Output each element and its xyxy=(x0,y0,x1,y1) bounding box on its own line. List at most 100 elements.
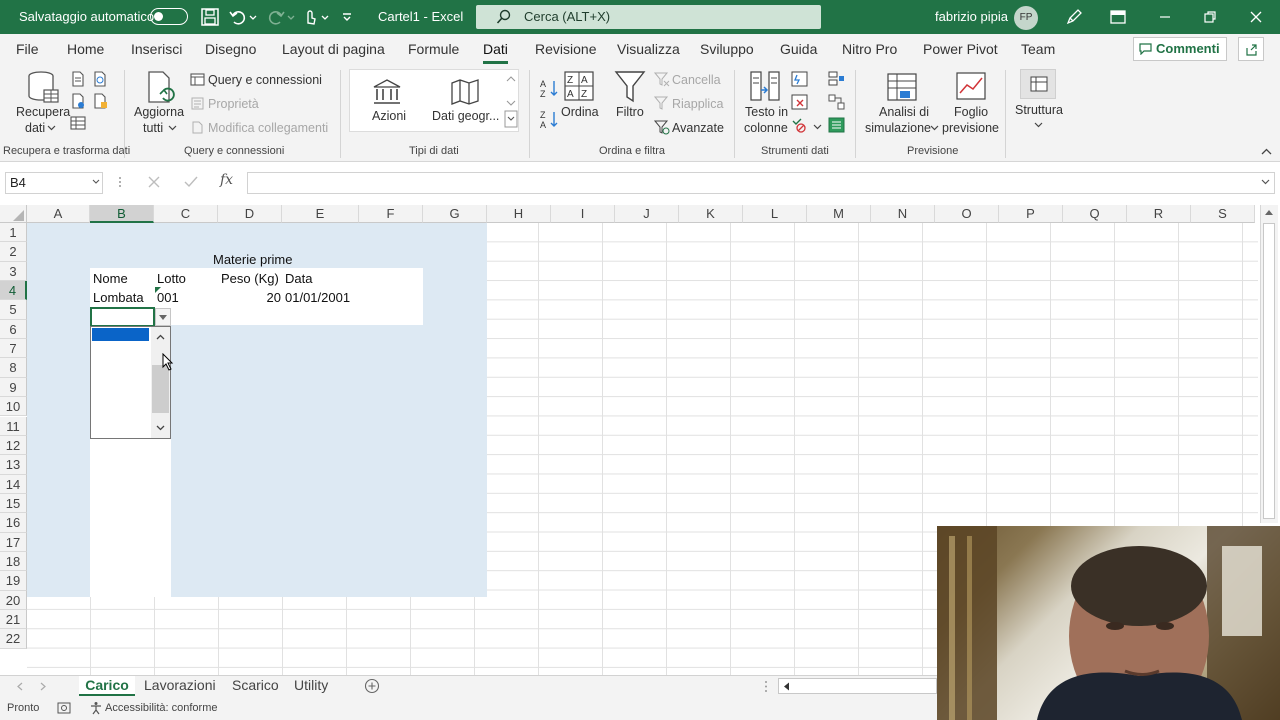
stocks-label[interactable]: Azioni xyxy=(372,109,406,123)
flash-fill-icon[interactable] xyxy=(791,71,808,87)
row-header-16[interactable]: 16 xyxy=(0,513,27,533)
tab-sviluppo[interactable]: Sviluppo xyxy=(700,41,754,57)
tab-power-pivot[interactable]: Power Pivot xyxy=(923,41,998,57)
add-sheet-icon[interactable] xyxy=(364,678,380,694)
touch-mode-chevron-icon[interactable] xyxy=(320,7,330,27)
row-header-5[interactable]: 5 xyxy=(0,300,27,320)
column-header-k[interactable]: K xyxy=(679,205,743,223)
filter-icon[interactable] xyxy=(614,70,646,104)
vertical-scrollbar[interactable] xyxy=(1260,205,1278,523)
horizontal-scrollbar[interactable] xyxy=(778,678,937,694)
row-header-22[interactable]: 22 xyxy=(0,629,27,649)
status-accessibility[interactable]: Accessibilità: conforme xyxy=(105,702,218,714)
tab-nitro-pro[interactable]: Nitro Pro xyxy=(842,41,897,57)
row-header-4[interactable]: 4 xyxy=(0,281,27,301)
accessibility-icon[interactable] xyxy=(89,701,103,715)
pen-icon[interactable] xyxy=(1064,7,1084,27)
avatar[interactable]: FP xyxy=(1014,6,1038,30)
gallery-scroll-icon[interactable] xyxy=(504,71,518,131)
tab-split-grip-icon[interactable] xyxy=(764,680,768,693)
header-nome[interactable]: Nome xyxy=(93,269,128,288)
get-data-label-2[interactable]: dati xyxy=(25,121,45,135)
row-header-19[interactable]: 19 xyxy=(0,571,27,591)
data-types-gallery[interactable]: Azioni Dati geogr... xyxy=(349,69,519,132)
from-table-icon[interactable] xyxy=(70,93,86,109)
cell-c3[interactable]: 001 xyxy=(157,288,179,307)
name-box[interactable]: B4 xyxy=(5,172,103,194)
column-header-i[interactable]: I xyxy=(551,205,615,223)
column-header-g[interactable]: G xyxy=(423,205,487,223)
row-header-11[interactable]: 11 xyxy=(0,416,27,436)
minimize-icon[interactable] xyxy=(1155,7,1175,27)
consolidate-icon[interactable] xyxy=(828,71,845,87)
chevron-down-icon[interactable] xyxy=(47,124,56,132)
row-header-17[interactable]: 17 xyxy=(0,532,27,552)
tab-layout-di-pagina[interactable]: Layout di pagina xyxy=(282,41,385,57)
scroll-left-icon[interactable] xyxy=(783,682,790,691)
advanced-button[interactable]: Avanzate xyxy=(672,121,724,135)
search-box[interactable]: Cerca (ALT+X) xyxy=(476,5,821,29)
sort-button[interactable]: Ordina xyxy=(561,105,599,119)
get-data-label-1[interactable]: Recupera xyxy=(16,105,70,119)
chevron-down-icon[interactable] xyxy=(156,425,165,431)
column-header-r[interactable]: R xyxy=(1127,205,1191,223)
close-icon[interactable] xyxy=(1246,7,1266,27)
column-header-d[interactable]: D xyxy=(218,205,282,223)
undo-dropdown-chevron-icon[interactable] xyxy=(248,7,258,27)
validation-dropdown-button[interactable] xyxy=(155,308,171,326)
next-sheet-icon[interactable] xyxy=(40,682,47,691)
cell-d3[interactable]: 20 xyxy=(221,288,281,307)
header-peso[interactable]: Peso (Kg) xyxy=(221,269,279,288)
tab-formule[interactable]: Formule xyxy=(408,41,459,57)
macro-record-icon[interactable] xyxy=(57,702,71,714)
touch-mode-icon[interactable] xyxy=(300,7,320,27)
from-text-icon[interactable] xyxy=(70,71,86,87)
sort-icon[interactable]: Z AA Z xyxy=(564,71,594,101)
customize-toolbar-icon[interactable] xyxy=(340,7,354,27)
formula-bar-grip-icon[interactable] xyxy=(118,175,122,189)
row-header-9[interactable]: 9 xyxy=(0,377,27,398)
chevron-up-icon[interactable] xyxy=(156,334,165,340)
column-header-a[interactable]: A xyxy=(27,205,90,223)
row-header-15[interactable]: 15 xyxy=(0,493,27,514)
text-to-columns-label-2[interactable]: colonne xyxy=(744,121,788,135)
queries-connections-button[interactable]: Query e connessioni xyxy=(208,73,322,87)
scrollbar-thumb[interactable] xyxy=(152,365,169,413)
tab-disegno[interactable]: Disegno xyxy=(205,41,256,57)
select-all-button[interactable] xyxy=(0,205,27,223)
stocks-icon[interactable] xyxy=(372,79,402,105)
column-header-s[interactable]: S xyxy=(1191,205,1255,223)
row-header-1[interactable]: 1 xyxy=(0,223,27,243)
insert-function-button[interactable]: fx xyxy=(220,172,233,188)
sort-az-icon[interactable]: AZ xyxy=(539,78,559,98)
tab-revisione[interactable]: Revisione xyxy=(535,41,596,57)
chevron-down-icon[interactable] xyxy=(813,123,822,131)
row-header-12[interactable]: 12 xyxy=(0,435,27,456)
row-header-18[interactable]: 18 xyxy=(0,551,27,572)
tab-home[interactable]: Home xyxy=(67,41,104,57)
recent-sources-icon[interactable] xyxy=(92,93,108,109)
comments-button[interactable]: Commenti xyxy=(1133,37,1227,61)
chevron-down-icon[interactable] xyxy=(168,124,177,132)
sort-za-icon[interactable]: ZA xyxy=(539,109,559,129)
row-header-13[interactable]: 13 xyxy=(0,455,27,475)
row-header-8[interactable]: 8 xyxy=(0,358,27,378)
name-box-chevron-icon[interactable] xyxy=(92,179,100,185)
restore-icon[interactable] xyxy=(1200,7,1220,27)
geography-label[interactable]: Dati geogr... xyxy=(432,109,499,123)
outline-label[interactable]: Struttura xyxy=(1015,103,1063,117)
column-header-b[interactable]: B xyxy=(90,205,154,223)
formula-input[interactable] xyxy=(247,172,1275,194)
autosave-toggle[interactable] xyxy=(150,8,188,25)
save-icon[interactable] xyxy=(200,7,220,27)
chevron-down-icon[interactable] xyxy=(930,124,939,132)
data-validation-icon[interactable] xyxy=(791,117,808,133)
refresh-all-label-2[interactable]: tutti xyxy=(143,121,163,135)
remove-duplicates-icon[interactable] xyxy=(791,94,808,110)
cell-b3[interactable]: Lombata xyxy=(93,288,144,307)
column-header-j[interactable]: J xyxy=(615,205,679,223)
get-data-icon[interactable] xyxy=(26,70,60,106)
row-header-3[interactable]: 3 xyxy=(0,261,27,282)
sheet-tab-scarico[interactable]: Scarico xyxy=(232,676,279,696)
column-header-q[interactable]: Q xyxy=(1063,205,1127,223)
